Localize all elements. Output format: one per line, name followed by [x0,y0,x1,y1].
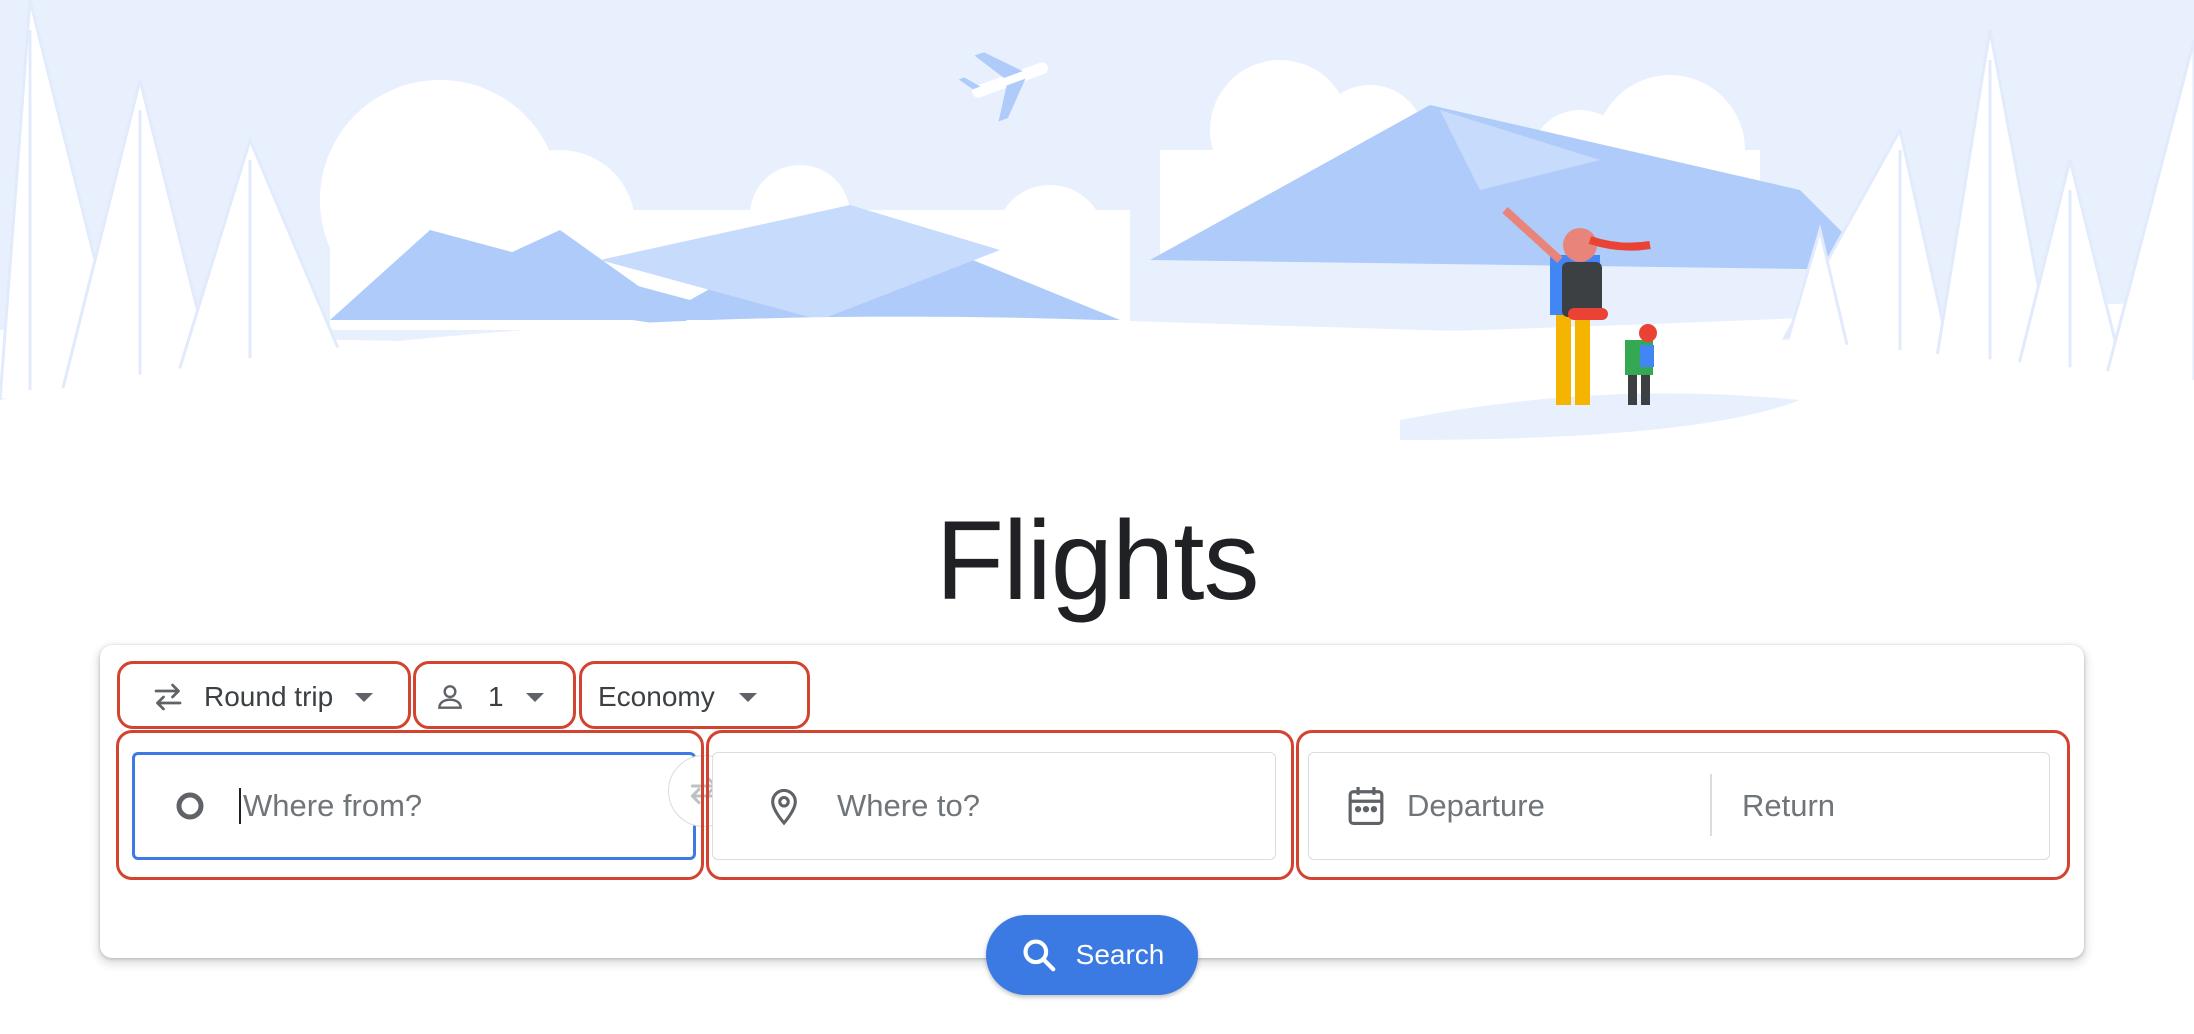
search-icon [1020,936,1058,974]
origin-circle-icon [175,791,205,821]
chevron-down-icon [525,692,544,702]
swap-horiz-icon [150,679,186,715]
passenger-count: 1 [488,681,504,712]
hero-illustration [0,0,2194,460]
chevron-down-icon [355,692,374,702]
calendar-icon [1347,785,1385,827]
location-pin-icon [767,786,801,826]
origin-field[interactable]: Where from? [132,752,696,860]
return-date-input[interactable]: Return [1742,776,1835,836]
text-cursor [239,788,241,824]
search-button[interactable]: Search [986,915,1198,995]
departure-date-input[interactable]: Departure [1407,788,1545,824]
cabin-class-label: Economy [598,681,715,712]
trip-type-dropdown[interactable]: Round trip [150,675,374,719]
date-range-field: Departure [1308,752,2050,860]
trip-type-label: Round trip [204,681,334,712]
person-icon [434,681,466,713]
destination-placeholder: Where to? [837,788,981,823]
date-divider [1710,774,1712,836]
destination-field[interactable]: Where to? [712,752,1276,860]
page-title: Flights [935,498,1260,624]
search-button-label: Search [1075,939,1165,970]
cabin-class-dropdown[interactable]: Economy [598,675,757,719]
chevron-down-icon [738,692,757,702]
passengers-dropdown[interactable]: 1 [434,675,544,719]
origin-placeholder: Where from? [243,788,423,823]
